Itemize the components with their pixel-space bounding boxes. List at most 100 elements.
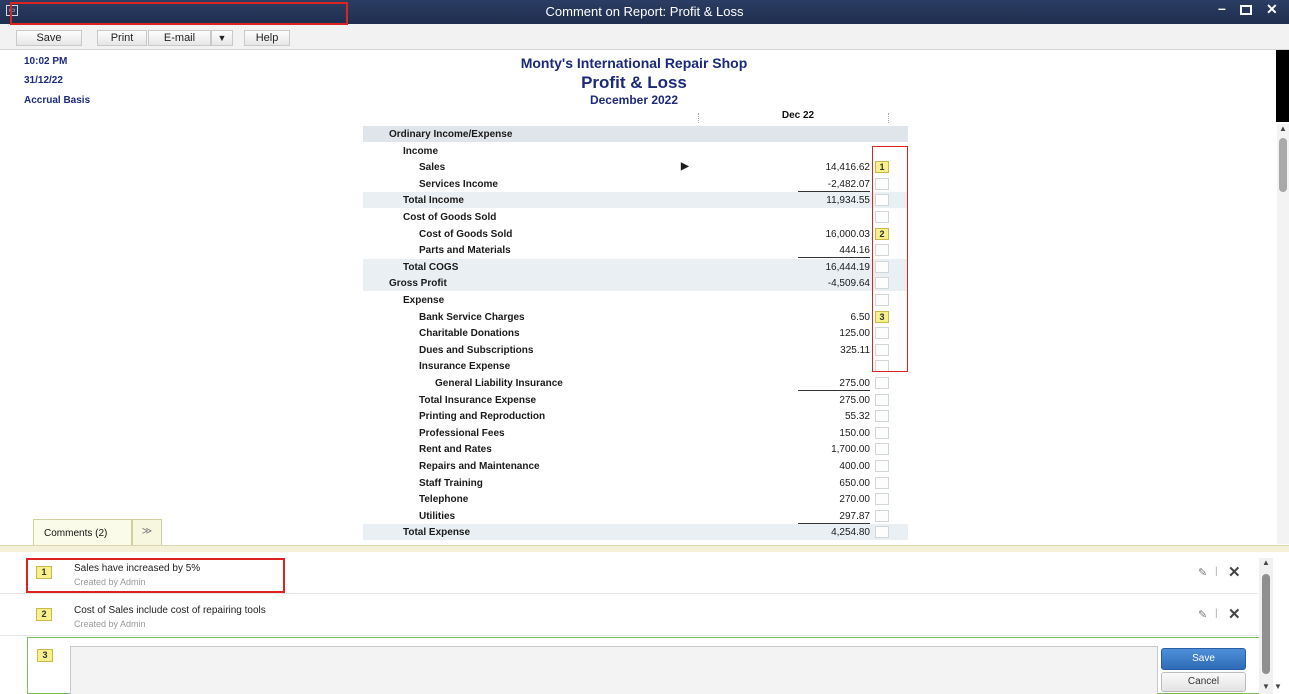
scroll-down-icon[interactable]: ▼	[1262, 682, 1270, 691]
report-scrollbar[interactable]: ▲	[1277, 124, 1289, 544]
comment-marker[interactable]	[875, 377, 889, 389]
column-header: Dec 22	[363, 110, 908, 124]
report-scroll-thumb[interactable]	[1279, 138, 1287, 192]
minimize-icon[interactable]: –	[1218, 0, 1226, 16]
scroll-down-icon[interactable]: ▼	[1274, 682, 1282, 691]
email-dropdown-icon[interactable]: ▼	[211, 30, 233, 46]
comment-marker[interactable]	[875, 493, 889, 506]
report-row-label: Services Income	[419, 178, 498, 190]
report-row-amount: -2,482.07	[798, 179, 870, 192]
report-row[interactable]: Sales ▶ 14,416.62 1	[363, 159, 908, 175]
report-row-amount: 14,416.62	[825, 162, 871, 174]
report-row-label: Printing and Reproduction	[419, 411, 546, 423]
report-row-label: Expense	[403, 295, 445, 306]
report-row-amount: -4,509.64	[827, 278, 870, 290]
report-row[interactable]: Repairs and Maintenance 400.00	[363, 458, 908, 474]
report-row[interactable]: Total Expense 4,254.80	[363, 524, 908, 541]
comments-tab-label: Comments (2)	[44, 528, 108, 539]
report-time: 10:02 PM	[24, 56, 68, 67]
cancel-comment-button[interactable]: Cancel	[1161, 672, 1246, 692]
report-row[interactable]: Total Insurance Expense 275.00	[363, 392, 908, 408]
delete-comment-icon[interactable]: ✕	[1228, 563, 1241, 581]
report-row-amount: 125.00	[839, 328, 870, 340]
edit-comment-icon[interactable]: ✎	[1198, 608, 1207, 621]
save-comment-button[interactable]: Save	[1161, 648, 1246, 670]
report-row[interactable]: Ordinary Income/Expense	[363, 126, 908, 142]
report-row-amount: 16,000.03	[825, 228, 871, 240]
comment-marker[interactable]	[875, 443, 889, 456]
report-row[interactable]: Total COGS 16,444.19	[363, 258, 908, 275]
report-row[interactable]: Cost of Goods Sold	[363, 209, 908, 225]
comments-scrollbar[interactable]: ▲ ▼	[1259, 558, 1273, 694]
comment-author: Created by Admin	[74, 619, 146, 629]
report-row[interactable]: Expense	[363, 292, 908, 308]
report-row[interactable]: Rent and Rates 1,700.00	[363, 441, 908, 457]
report-row-amount: 275.00	[798, 378, 870, 391]
report-row-label: Ordinary Income/Expense	[389, 129, 513, 140]
report-row[interactable]: Income	[363, 143, 908, 159]
comment-column-highlight	[872, 146, 908, 372]
report-row-label: Dues and Subscriptions	[419, 344, 534, 356]
report-row[interactable]: General Liability Insurance 275.00	[363, 375, 908, 391]
report-row-amount: 444.16	[798, 245, 870, 259]
report-row[interactable]: Charitable Donations 125.00	[363, 325, 908, 341]
comment-marker[interactable]	[875, 509, 889, 522]
report-row-label: Parts and Materials	[419, 245, 511, 257]
report-row-label: Gross Profit	[389, 278, 447, 290]
maximize-icon[interactable]	[1240, 5, 1252, 15]
report-row-amount: 297.87	[798, 511, 870, 524]
report-row-amount: 55.32	[844, 411, 870, 423]
report-row[interactable]: Utilities 297.87	[363, 508, 908, 524]
report-row-label: Charitable Donations	[419, 328, 520, 340]
report-date: 31/12/22	[24, 75, 63, 86]
report-row-amount: 325.11	[840, 344, 870, 356]
comments-tab[interactable]: Comments (2)	[33, 519, 132, 545]
report-row-label: Sales	[419, 162, 446, 174]
report-row[interactable]: Bank Service Charges 6.50 3	[363, 309, 908, 325]
report-row-label: Rent and Rates	[419, 444, 492, 456]
comments-scroll-thumb[interactable]	[1262, 574, 1270, 674]
report-row[interactable]: Services Income -2,482.07	[363, 176, 908, 192]
report-row-amount: 1,700.00	[831, 444, 870, 456]
report-row[interactable]: Staff Training 650.00	[363, 475, 908, 491]
report-row[interactable]: Insurance Expense	[363, 358, 908, 374]
comment-marker[interactable]	[875, 476, 889, 489]
report-basis: Accrual Basis	[24, 95, 91, 106]
report-row-label: Cost of Goods Sold	[403, 212, 497, 223]
scroll-up-icon[interactable]: ▲	[1262, 558, 1270, 567]
report-row-amount: 400.00	[839, 461, 870, 472]
report-row-label: Total Expense	[403, 527, 471, 539]
report-row[interactable]: Printing and Reproduction 55.32	[363, 408, 908, 424]
scroll-up-icon[interactable]: ▲	[1279, 124, 1287, 133]
comment-textarea[interactable]	[70, 646, 1158, 694]
report-row[interactable]: Dues and Subscriptions 325.11	[363, 342, 908, 358]
report-row[interactable]: Professional Fees 150.00	[363, 425, 908, 441]
report-row-amount: 150.00	[839, 427, 870, 439]
comment-marker[interactable]	[875, 393, 889, 406]
column-header-dec22: Dec 22	[781, 110, 815, 121]
report-row-amount: 11,934.55	[826, 195, 870, 207]
report-row[interactable]: Cost of Goods Sold 16,000.03 2	[363, 226, 908, 242]
collapse-comments-icon[interactable]: ≫	[132, 519, 162, 545]
comment-marker[interactable]	[875, 460, 889, 472]
report-row[interactable]: Total Income 11,934.55	[363, 192, 908, 209]
report-row[interactable]: Gross Profit -4,509.64	[363, 275, 908, 292]
print-label: Print	[110, 32, 134, 44]
comment-marker[interactable]	[875, 410, 889, 423]
help-button[interactable]: Help	[244, 30, 290, 46]
email-button[interactable]: E-mail	[148, 30, 211, 46]
save-button[interactable]: Save	[16, 30, 82, 46]
divider: |	[1215, 566, 1218, 577]
comment-text: Cost of Sales include cost of repairing …	[74, 605, 266, 616]
report-row[interactable]: Parts and Materials 444.16	[363, 242, 908, 259]
print-button[interactable]: Print	[97, 30, 147, 46]
report-title: Profit & Loss	[581, 73, 687, 92]
report-row-label: Insurance Expense	[419, 361, 511, 373]
drilldown-arrow-icon[interactable]: ▶	[681, 161, 689, 172]
close-window-icon[interactable]: ✕	[1266, 1, 1278, 18]
edit-comment-icon[interactable]: ✎	[1198, 566, 1207, 579]
delete-comment-icon[interactable]: ✕	[1228, 605, 1241, 623]
comment-marker[interactable]	[875, 426, 889, 439]
comment-marker[interactable]	[875, 526, 889, 539]
report-row[interactable]: Telephone 270.00	[363, 491, 908, 507]
